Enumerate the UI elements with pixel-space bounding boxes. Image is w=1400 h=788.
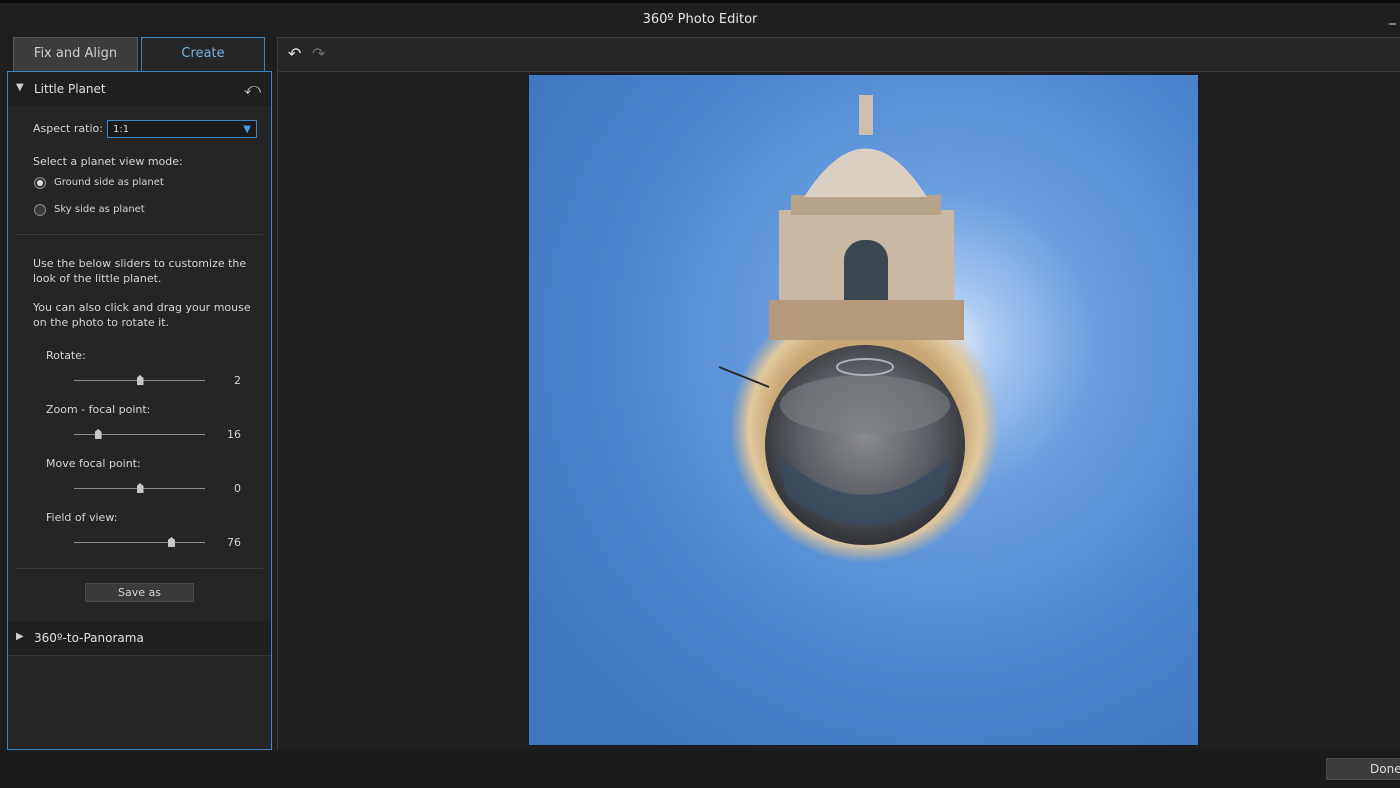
panorama-title: 360º-to-Panorama xyxy=(34,631,144,645)
zoom-focal-slider-thumb[interactable] xyxy=(94,429,102,439)
help-text-drag: You can also click and drag your mouse o… xyxy=(33,301,251,329)
rotate-label: Rotate: xyxy=(46,349,86,362)
rotate-slider-thumb[interactable] xyxy=(136,375,144,385)
field-of-view-slider-track[interactable] xyxy=(74,542,205,543)
rotate-value: 2 xyxy=(234,374,241,387)
ground-side-radio[interactable] xyxy=(34,177,46,189)
minimize-button[interactable]: _ xyxy=(1389,9,1396,25)
aspect-ratio-select[interactable]: 1:1 ▼ xyxy=(107,120,257,138)
move-focal-label: Move focal point: xyxy=(46,457,141,470)
aspect-ratio-label: Aspect ratio: xyxy=(33,122,103,135)
save-as-button[interactable]: Save as xyxy=(85,583,194,602)
redo-icon[interactable]: ↷ xyxy=(312,44,325,63)
field-of-view-slider-thumb[interactable] xyxy=(167,537,175,547)
plaza-pattern xyxy=(780,375,950,435)
divider xyxy=(16,568,263,569)
expanded-triangle-icon: ▼ xyxy=(16,82,24,93)
editor-toolbar: ↶ ↷ xyxy=(277,37,1400,72)
title-bar: 360º Photo Editor _ xyxy=(0,0,1400,36)
divider xyxy=(16,234,263,235)
bottom-bar xyxy=(0,750,1400,788)
help-text-sliders: Use the below sliders to customize the l… xyxy=(33,257,247,285)
create-panel: ▼ Little Planet ⤺ Aspect ratio: 1:1 ▼ Se… xyxy=(7,71,272,750)
done-button[interactable]: Done xyxy=(1326,758,1400,780)
ground-side-label[interactable]: Ground side as planet xyxy=(54,177,164,188)
little-planet-header[interactable]: ▼ Little Planet ⤺ xyxy=(8,72,271,106)
sky-side-radio[interactable] xyxy=(34,204,46,216)
little-planet-photo[interactable] xyxy=(529,75,1198,745)
move-focal-value: 0 xyxy=(234,482,241,495)
view-mode-prompt: Select a planet view mode: xyxy=(33,155,183,168)
field-of-view-value: 76 xyxy=(227,536,241,549)
sky-side-label[interactable]: Sky side as planet xyxy=(54,204,145,215)
reset-icon[interactable]: ⤺ xyxy=(244,79,261,99)
chevron-down-icon: ▼ xyxy=(243,124,251,135)
undo-icon[interactable]: ↶ xyxy=(288,44,301,63)
field-of-view-label: Field of view: xyxy=(46,511,118,524)
move-focal-slider-thumb[interactable] xyxy=(136,483,144,493)
aspect-ratio-value: 1:1 xyxy=(113,124,130,135)
collapsed-triangle-icon: ▶ xyxy=(16,631,24,642)
tab-create[interactable]: Create xyxy=(141,37,265,71)
little-planet-title: Little Planet xyxy=(34,82,106,96)
window-title: 360º Photo Editor xyxy=(642,12,758,27)
panorama-header[interactable]: ▶ 360º-to-Panorama xyxy=(8,621,271,656)
zoom-focal-slider-track[interactable] xyxy=(74,434,205,435)
zoom-focal-value: 16 xyxy=(227,428,241,441)
tab-fix-and-align[interactable]: Fix and Align xyxy=(13,37,138,71)
zoom-focal-label: Zoom - focal point: xyxy=(46,403,151,416)
